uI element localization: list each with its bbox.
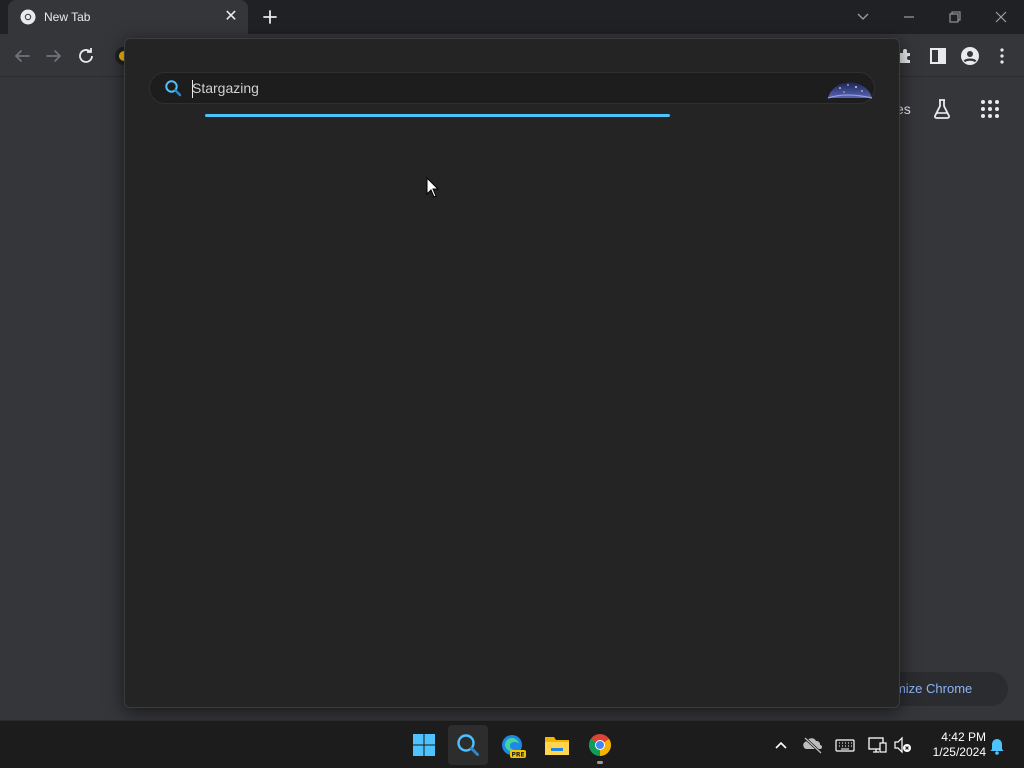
network-icon[interactable]: [866, 733, 888, 757]
kebab-menu-icon[interactable]: [990, 44, 1014, 68]
text-caret: [192, 80, 193, 98]
side-panel-icon[interactable]: [926, 44, 950, 68]
taskbar-chrome-button[interactable]: [580, 725, 620, 765]
search-input[interactable]: [192, 73, 812, 103]
labs-flask-icon[interactable]: [930, 97, 954, 121]
clock-date: 1/25/2024: [932, 745, 986, 759]
restore-icon[interactable]: [942, 4, 968, 30]
search-box[interactable]: [149, 72, 875, 104]
mouse-pointer-icon: [426, 177, 440, 198]
keyboard-icon[interactable]: [834, 733, 856, 757]
tab-title: New Tab: [44, 10, 91, 24]
chrome-icon: [589, 734, 611, 756]
minimize-icon[interactable]: [896, 4, 922, 30]
windows-search-popup: [124, 38, 900, 708]
edge-preview-icon: PRE: [502, 735, 526, 759]
file-explorer-icon: [545, 737, 569, 755]
new-tab-plus-icon[interactable]: [258, 5, 282, 29]
tab-strip: New Tab ✕: [0, 0, 1024, 34]
volume-muted-icon[interactable]: [892, 733, 914, 757]
edge-pre-badge: PRE: [511, 752, 524, 759]
taskbar-search-button[interactable]: [448, 725, 488, 765]
apps-grid-icon[interactable]: [978, 97, 1002, 121]
profile-icon[interactable]: [958, 44, 982, 68]
search-highlight-stargazing-icon[interactable]: [826, 76, 874, 102]
windows-start-icon: [413, 734, 435, 756]
reload-icon[interactable]: [74, 44, 98, 68]
onedrive-offline-icon[interactable]: [802, 733, 824, 757]
close-window-icon[interactable]: [988, 4, 1014, 30]
start-button[interactable]: [404, 725, 444, 765]
tray-overflow-chevron-icon[interactable]: [770, 733, 792, 757]
chrome-favicon-icon: [20, 9, 36, 25]
notification-bell-icon[interactable]: [986, 733, 1008, 757]
back-arrow-icon[interactable]: [10, 44, 34, 68]
tab-close-icon[interactable]: ✕: [222, 8, 240, 26]
windows-taskbar: PRE 4:42 PM 1/25/2024: [0, 720, 1024, 768]
loading-progress-bar: [205, 114, 670, 117]
taskbar-file-explorer-button[interactable]: [536, 725, 576, 765]
taskbar-search-icon: [457, 734, 479, 756]
clock-time: 4:42 PM: [941, 730, 986, 744]
tab-new-tab[interactable]: New Tab ✕: [8, 0, 248, 34]
tab-search-chevron-icon[interactable]: [850, 4, 876, 30]
search-magnifier-icon: [165, 80, 182, 97]
forward-arrow-icon[interactable]: [42, 44, 66, 68]
taskbar-clock[interactable]: 4:42 PM 1/25/2024: [920, 730, 986, 760]
running-indicator: [597, 761, 603, 764]
taskbar-edge-preview-button[interactable]: PRE: [492, 725, 532, 765]
